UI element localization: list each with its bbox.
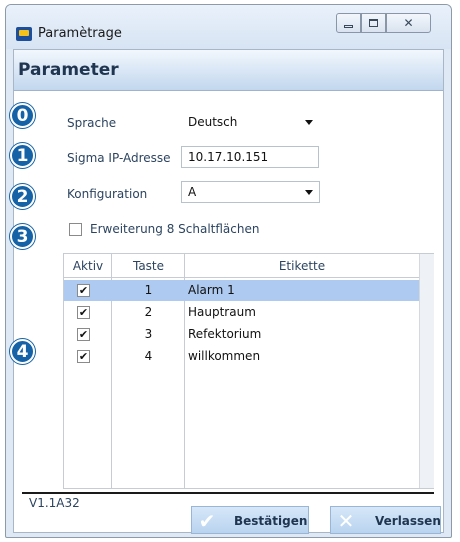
language-select[interactable]: Deutsch: [181, 111, 320, 133]
extension-checkbox[interactable]: [69, 223, 82, 236]
x-icon: ✕: [337, 509, 355, 533]
active-checkbox[interactable]: ✔: [77, 350, 90, 363]
version-label: V1.1A32: [29, 496, 80, 510]
active-checkbox[interactable]: ✔: [77, 284, 90, 297]
chevron-down-icon: [305, 190, 313, 195]
checkmark-icon: ✔: [198, 509, 216, 533]
language-select-value: Deutsch: [188, 115, 238, 129]
label-cell[interactable]: willkommen: [188, 349, 260, 363]
language-label: Sprache: [67, 116, 117, 130]
close-icon: ✕: [403, 16, 414, 30]
config-select[interactable]: A: [181, 181, 320, 203]
chevron-down-icon: [305, 120, 313, 125]
key-cell: 3: [144, 327, 153, 341]
cancel-button-label: Verlassen: [375, 514, 441, 528]
cancel-button[interactable]: ✕ Verlassen: [330, 506, 441, 534]
callout-badge: 2: [10, 184, 35, 209]
footer-divider: [22, 492, 434, 494]
active-checkbox[interactable]: ✔: [77, 306, 90, 319]
callout-badge: 1: [10, 143, 35, 168]
config-label: Konfiguration: [67, 187, 148, 201]
page-title: Parameter: [18, 60, 119, 80]
active-checkbox[interactable]: ✔: [77, 328, 90, 341]
header-band: Parameter: [14, 50, 443, 91]
label-cell[interactable]: Hauptraum: [188, 305, 256, 319]
key-cell: 2: [144, 305, 153, 319]
minimize-icon: [344, 24, 353, 28]
table-row[interactable]: ✔ 4 willkommen: [64, 346, 419, 367]
table-row[interactable]: ✔ 2 Hauptraum: [64, 302, 419, 323]
ip-address-value: 10.17.10.151: [188, 150, 269, 164]
app-logo-icon: [16, 27, 32, 41]
table-row[interactable]: ✔ 3 Refektorium: [64, 324, 419, 345]
ip-address-input[interactable]: 10.17.10.151: [181, 146, 319, 168]
confirm-button[interactable]: ✔ Bestätigen: [191, 506, 309, 534]
key-cell: 4: [144, 349, 153, 363]
window-title: Paramètrage: [38, 26, 122, 41]
column-header-active[interactable]: Aktiv: [64, 254, 112, 277]
header-divider: [64, 277, 433, 278]
close-button[interactable]: ✕: [386, 13, 431, 33]
title-bar[interactable]: Paramètrage ✕: [6, 5, 451, 49]
callout-badge: 4: [10, 339, 35, 364]
confirm-button-label: Bestätigen: [234, 514, 308, 528]
maximize-button[interactable]: [361, 13, 386, 33]
maximize-icon: [369, 19, 378, 27]
label-cell[interactable]: Refektorium: [188, 327, 261, 341]
callout-badge: 0: [10, 103, 35, 128]
column-header-key[interactable]: Taste: [112, 254, 185, 277]
minimize-button[interactable]: [336, 13, 361, 33]
dialog-content: Parameter Sprache Deutsch Sigma IP-Adres…: [13, 49, 444, 534]
label-cell[interactable]: Alarm 1: [188, 283, 235, 297]
button-table: Aktiv Taste Etikette ✔ 1 Alarm 1 ✔ 2 Hau…: [63, 253, 434, 489]
key-cell: 1: [144, 283, 153, 297]
callout-badge: 3: [10, 224, 35, 249]
table-row[interactable]: ✔ 1 Alarm 1: [64, 280, 419, 301]
column-header-label[interactable]: Etikette: [185, 254, 419, 277]
scrollbar[interactable]: [419, 254, 434, 488]
dialog-window: Paramètrage ✕ Parameter Sprache Deutsch …: [5, 4, 452, 538]
config-select-value: A: [188, 185, 197, 199]
extension-label: Erweiterung 8 Schaltflächen: [90, 222, 260, 236]
ip-label: Sigma IP-Adresse: [67, 151, 171, 165]
table-header: Aktiv Taste Etikette: [64, 254, 433, 277]
